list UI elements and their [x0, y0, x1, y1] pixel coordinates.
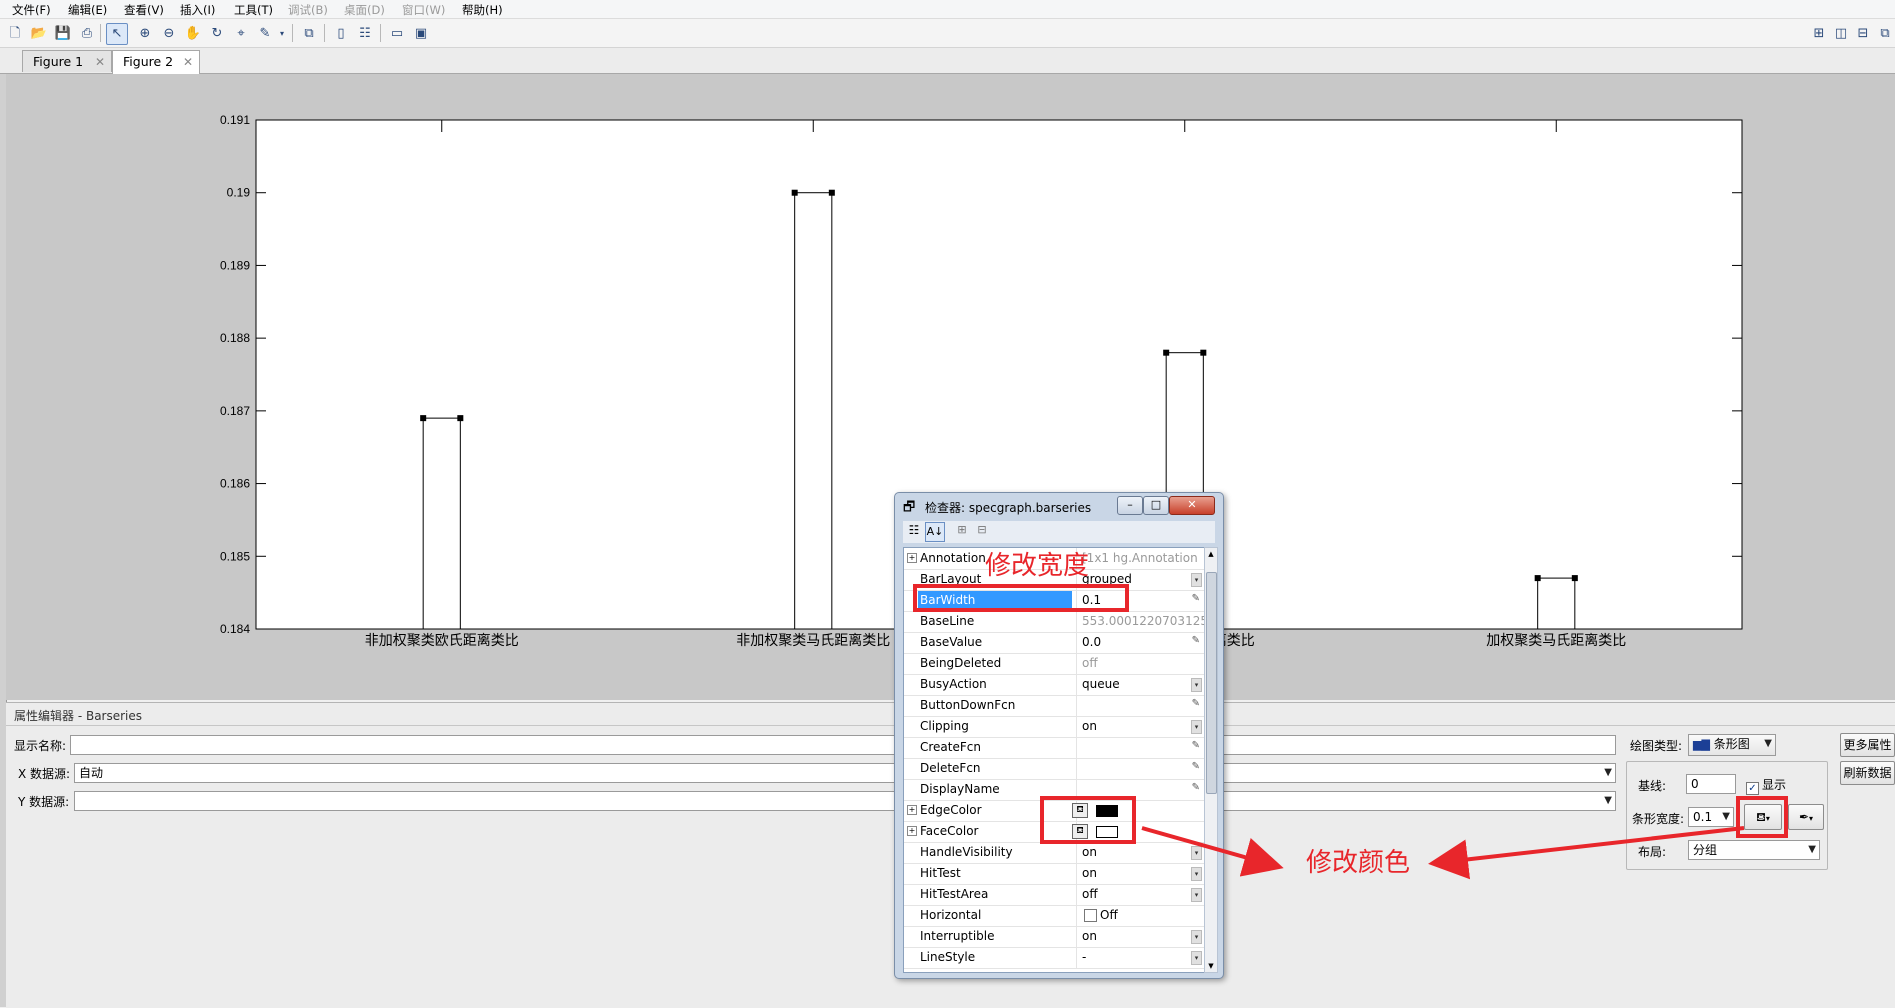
arrow-to-label-from-button — [1428, 826, 1745, 880]
arrow-to-label-from-swatch — [1141, 826, 1284, 877]
annotation-arrows — [1141, 826, 1745, 880]
